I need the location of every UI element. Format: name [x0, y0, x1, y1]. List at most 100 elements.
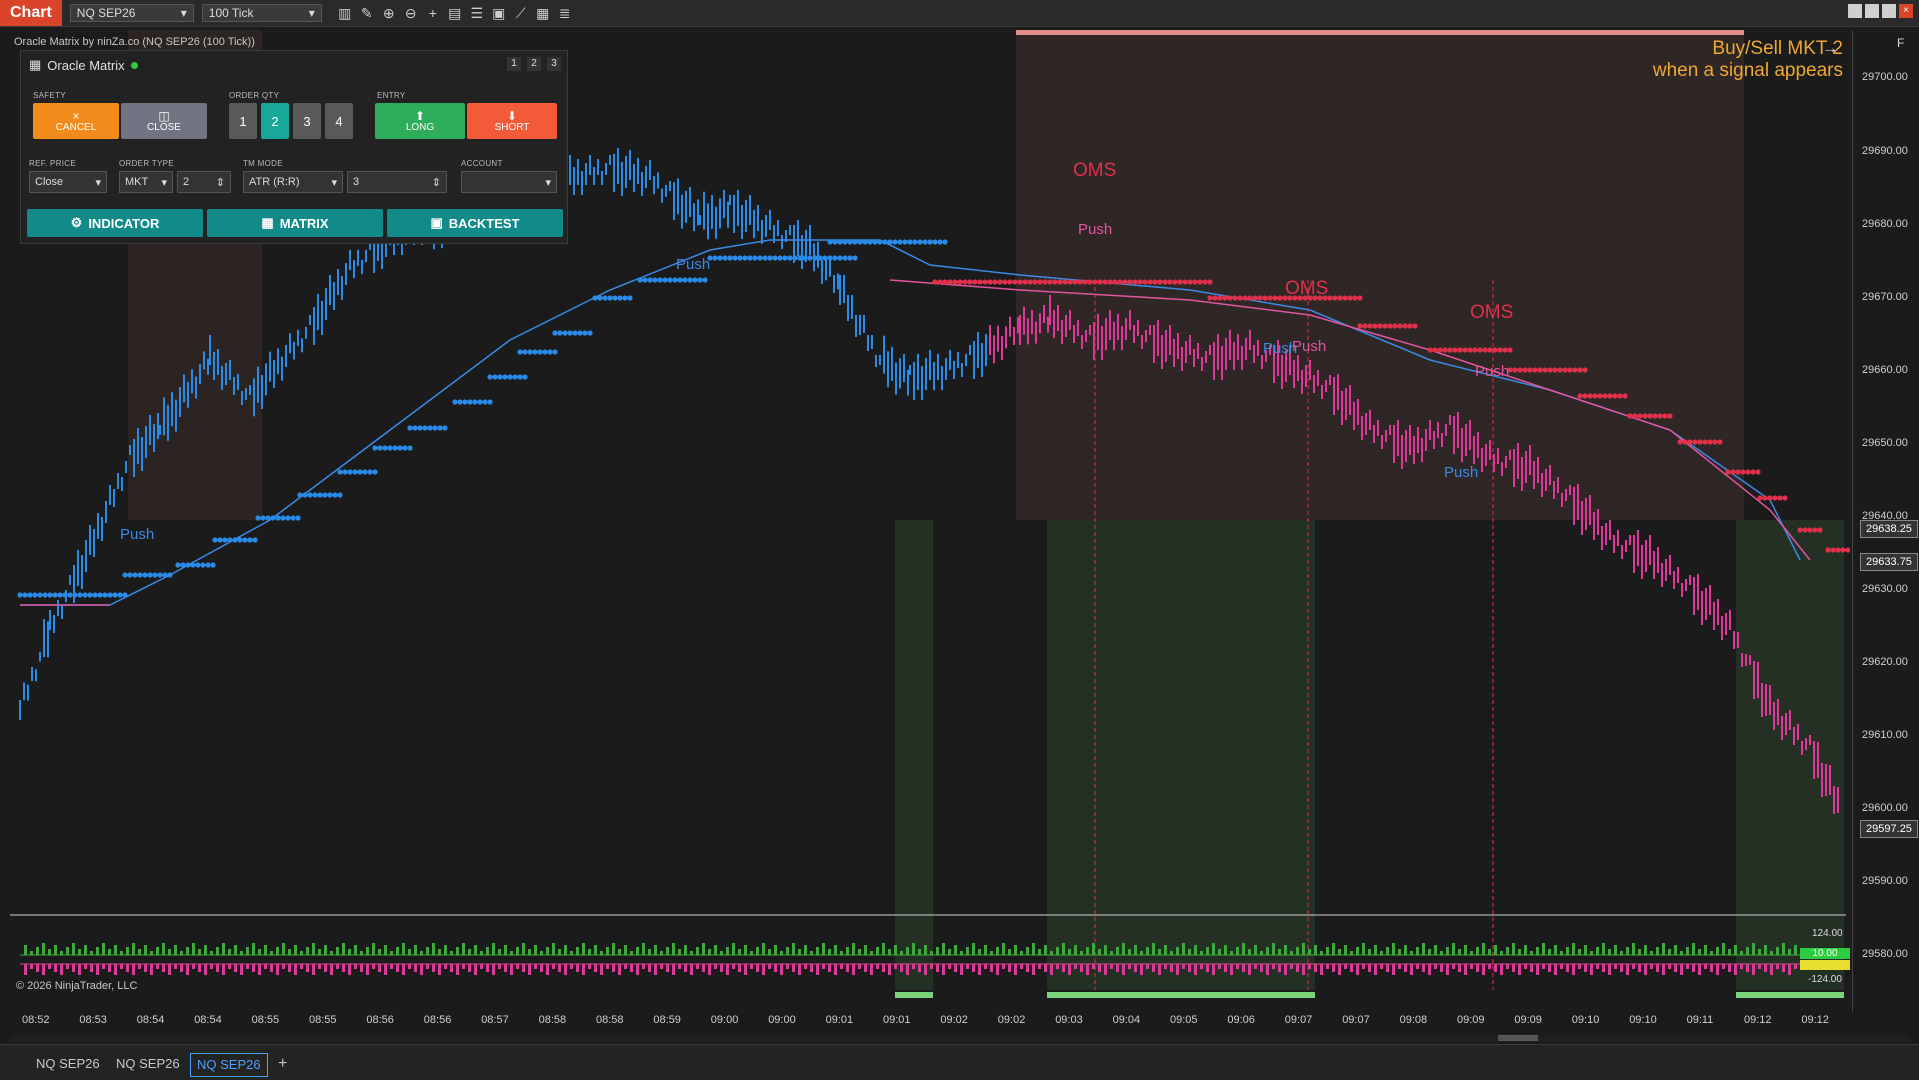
- instrument-selector[interactable]: NQ SEP26 ▾: [69, 4, 194, 22]
- close-position-button[interactable]: ◫ CLOSE: [121, 103, 207, 139]
- oscillator-bar: [252, 964, 255, 972]
- oscillator-bar: [66, 964, 69, 969]
- oscillator-bar: [924, 945, 927, 955]
- page-button-2[interactable]: 2: [527, 57, 541, 71]
- zoom-out-icon[interactable]: ⊖: [400, 5, 422, 22]
- stop-dot-bear: [1147, 279, 1153, 285]
- stop-dot-bear: [1572, 367, 1578, 373]
- oscillator-bar: [702, 964, 705, 972]
- oscillator-bar: [1026, 964, 1029, 972]
- interval-selector[interactable]: 100 Tick ▾: [201, 4, 322, 22]
- tm-param-stepper[interactable]: 3 ⇕: [347, 171, 447, 193]
- oscillator-bar: [168, 964, 171, 975]
- oscillator-bar: [636, 964, 639, 975]
- stop-dot-bull: [227, 537, 233, 543]
- minimize-icon[interactable]: [1882, 4, 1896, 18]
- ref-price-select[interactable]: Close ▾: [29, 171, 107, 193]
- data-box-icon[interactable]: ▣: [488, 5, 510, 22]
- add-tab-button[interactable]: +: [272, 1053, 293, 1075]
- long-button[interactable]: ⬆ LONG: [375, 103, 465, 139]
- stepper-icon[interactable]: ⇕: [216, 176, 225, 189]
- oscillator-bar: [342, 964, 345, 972]
- oscillator-bar: [174, 945, 177, 955]
- stop-dot-bull: [512, 374, 518, 380]
- order-type-select[interactable]: MKT ▾: [119, 171, 173, 193]
- crosshair-icon[interactable]: +: [422, 5, 444, 22]
- oscillator-bar: [1308, 949, 1311, 955]
- calculator-icon[interactable]: ▦: [532, 5, 554, 22]
- stop-dot-bull: [462, 399, 468, 405]
- oscillator-bar: [108, 949, 111, 955]
- oscillator-bar: [1110, 951, 1113, 955]
- stop-dot-bull: [607, 295, 613, 301]
- stepper-icon[interactable]: ⇕: [432, 176, 441, 189]
- oscillator-bar: [558, 949, 561, 955]
- axis-menu-button[interactable]: F: [1897, 36, 1904, 50]
- qty-button-1[interactable]: 1: [229, 103, 257, 139]
- page-button-3[interactable]: 3: [547, 57, 561, 71]
- account-select[interactable]: ▾: [461, 171, 557, 193]
- oscillator-bar: [678, 964, 681, 969]
- oscillator-bar: [690, 951, 693, 955]
- oscillator-bar: [474, 945, 477, 955]
- stop-dot-bull: [542, 349, 548, 355]
- stop-dot-bear: [1682, 439, 1688, 445]
- cancel-button[interactable]: × CANCEL: [33, 103, 119, 139]
- properties-icon[interactable]: ▤: [444, 5, 466, 22]
- stop-dot-bull: [917, 239, 923, 245]
- restore-icon[interactable]: [1848, 4, 1862, 18]
- horizontal-scrollbar[interactable]: [10, 1034, 1910, 1042]
- qty-button-2[interactable]: 2: [261, 103, 289, 139]
- qty-button-3[interactable]: 3: [293, 103, 321, 139]
- stop-dot-bear: [1277, 295, 1283, 301]
- oscillator-bar: [1752, 943, 1755, 955]
- tab-nq-sep26-3[interactable]: NQ SEP26: [190, 1053, 268, 1077]
- oscillator-bar: [1008, 949, 1011, 955]
- stop-dot-bear: [1447, 347, 1453, 353]
- tm-mode-select[interactable]: ATR (R:R) ▾: [243, 171, 343, 193]
- oscillator-bar: [132, 964, 135, 975]
- price-label: 29650.00: [1862, 437, 1908, 449]
- stop-dot-bull: [285, 515, 291, 521]
- stop-dot-bull: [602, 295, 608, 301]
- scrollbar-thumb[interactable]: [1498, 1035, 1538, 1041]
- oscillator-bar: [1404, 964, 1407, 972]
- qty-button-4[interactable]: 4: [325, 103, 353, 139]
- close-window-icon[interactable]: ×: [1899, 4, 1913, 18]
- oscillator-bar: [624, 964, 627, 969]
- stop-dot-bull: [842, 255, 848, 261]
- order-offset-stepper[interactable]: 2 ⇕: [177, 171, 231, 193]
- stop-dot-bear: [1547, 367, 1553, 373]
- bar-chart-icon[interactable]: ▥: [334, 5, 356, 22]
- pencil-icon[interactable]: ✎: [356, 5, 378, 22]
- short-button[interactable]: ⬇ SHORT: [467, 103, 557, 139]
- backtest-button[interactable]: ▣ BACKTEST: [387, 209, 563, 237]
- stop-dot-bull: [157, 572, 163, 578]
- tile-icon[interactable]: [1865, 4, 1879, 18]
- strategy-icon[interactable]: ☰: [466, 5, 488, 22]
- stop-dot-bear: [1582, 367, 1588, 373]
- oscillator-bar: [654, 964, 657, 975]
- stop-dot-bull: [802, 255, 808, 261]
- drawing-tool-icon[interactable]: ⟋: [510, 5, 532, 22]
- oscillator-bar: [606, 964, 609, 969]
- list-icon[interactable]: ≣: [554, 5, 576, 22]
- indicator-button[interactable]: ⚙ INDICATOR: [27, 209, 203, 237]
- stop-dot-bull: [902, 239, 908, 245]
- oscillator-bar: [1320, 964, 1323, 975]
- stop-dot-bull: [492, 374, 498, 380]
- oscillator-bar: [330, 964, 333, 975]
- oscillator-bar: [1302, 943, 1305, 955]
- matrix-button[interactable]: ▦ MATRIX: [207, 209, 383, 237]
- zoom-in-icon[interactable]: ⊕: [378, 5, 400, 22]
- oscillator-bar: [600, 951, 603, 955]
- stop-dot-bull: [62, 592, 68, 598]
- chart-tab-label[interactable]: Chart: [0, 0, 62, 26]
- tab-nq-sep26-2[interactable]: NQ SEP26: [110, 1053, 186, 1075]
- tab-nq-sep26-1[interactable]: NQ SEP26: [30, 1053, 106, 1075]
- oscillator-bar: [1770, 951, 1773, 955]
- oscillator-bar: [144, 945, 147, 955]
- page-button-1[interactable]: 1: [507, 57, 521, 71]
- stop-dot-bear: [1137, 279, 1143, 285]
- stop-dot-bear: [1097, 279, 1103, 285]
